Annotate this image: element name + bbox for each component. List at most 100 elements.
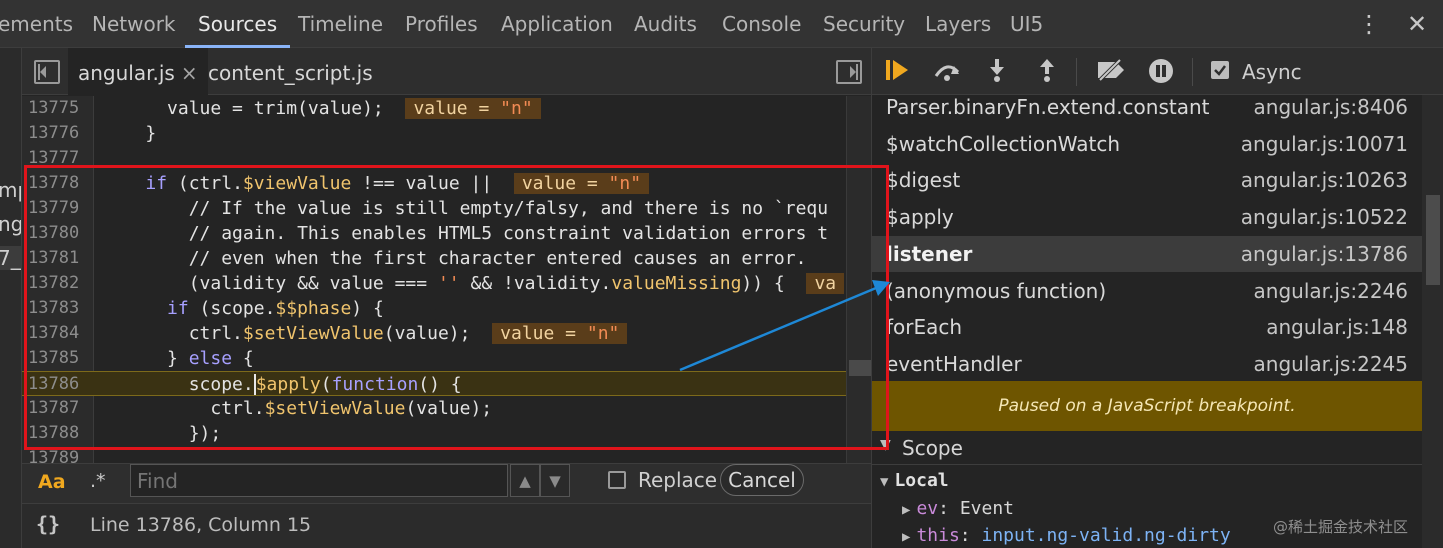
frame-location[interactable]: angular.js:10071 [1241, 126, 1408, 162]
frame-function: forEach [886, 315, 963, 339]
find-next-button[interactable]: ▼ [540, 464, 570, 497]
line-number[interactable]: 13775 [28, 96, 90, 121]
line-number[interactable]: 13782 [28, 271, 90, 296]
find-bar: Aa .* ▲ ▼ Replace Cancel [22, 463, 871, 503]
cancel-button[interactable]: Cancel [720, 464, 804, 496]
scope-variable[interactable]: ▶ ev: Event [902, 498, 1014, 519]
find-input[interactable] [130, 464, 508, 497]
line-number[interactable]: 13781 [28, 246, 90, 271]
code-area[interactable]: 13775 value = trim(value); value = "n" 1… [22, 96, 871, 463]
expand-triangle-icon: ▶ [902, 529, 911, 545]
code-line: 13779 // If the value is still empty/fal… [28, 196, 829, 221]
regex-button[interactable]: .* [90, 470, 106, 492]
line-number[interactable]: 13788 [28, 421, 90, 446]
call-frame[interactable]: $apply angular.js:10522 [872, 199, 1422, 235]
status-bar: {} Line 13786, Column 15 [22, 503, 871, 548]
tab-profiles[interactable]: Profiles [405, 0, 478, 48]
frame-location[interactable]: angular.js:10522 [1241, 199, 1408, 235]
inline-value: value = "n" [513, 173, 650, 194]
line-number[interactable]: 13783 [28, 296, 90, 321]
file-tab-label: angular.js [78, 61, 175, 85]
frame-location[interactable]: angular.js:8406 [1254, 89, 1408, 125]
tab-security[interactable]: Security [823, 0, 905, 48]
frame-location[interactable]: angular.js:10263 [1241, 162, 1408, 198]
line-number[interactable]: 13778 [28, 171, 90, 196]
call-frame[interactable]: (anonymous function) angular.js:2246 [872, 273, 1422, 309]
call-frame[interactable]: forEach angular.js:148 [872, 309, 1422, 345]
tab-audits[interactable]: Audits [634, 0, 697, 48]
scrollbar-thumb[interactable] [1426, 195, 1440, 285]
tab-elements[interactable]: ements [0, 0, 73, 48]
close-icon[interactable]: ✕ [1403, 10, 1431, 38]
frame-location[interactable]: angular.js:2246 [1254, 273, 1408, 309]
line-number[interactable]: 13785 [28, 346, 90, 371]
local-scope-header[interactable]: ▼ Local [880, 470, 949, 491]
step-over-icon[interactable] [932, 58, 962, 86]
scope-variable[interactable]: ▶ this: input.ng-valid.ng-dirty [902, 525, 1231, 546]
toggle-navigator-icon[interactable] [34, 60, 60, 84]
frame-function: $watchCollectionWatch [886, 132, 1121, 156]
source-editor: angular.js × content_script.js 13775 valu… [22, 48, 871, 463]
navigator-item[interactable]: 7_A [0, 246, 21, 270]
tab-sources[interactable]: Sources [185, 0, 291, 48]
code-line: 13789 [22, 446, 871, 463]
close-tab-icon[interactable]: × [181, 61, 198, 85]
expand-triangle-icon: ▼ [880, 474, 889, 490]
toggle-debugger-icon[interactable] [836, 60, 862, 84]
tab-application[interactable]: Application [501, 0, 613, 48]
step-into-icon[interactable] [982, 58, 1012, 86]
debugger-toolbar: Async [872, 48, 1443, 95]
pause-on-exceptions-icon[interactable] [1146, 58, 1176, 86]
more-options-icon[interactable]: ⋮ [1355, 10, 1383, 38]
line-number[interactable]: 13780 [28, 221, 90, 246]
line-number[interactable]: 13784 [28, 321, 90, 346]
frame-location[interactable]: angular.js:2245 [1254, 346, 1408, 382]
call-frame[interactable]: eventHandler angular.js:2245 [872, 346, 1422, 382]
toolbar-divider [1192, 58, 1193, 86]
frame-function: $apply [886, 205, 954, 229]
tab-network[interactable]: Network [92, 0, 176, 48]
expand-triangle-icon: ▶ [902, 502, 911, 518]
code-line: 13776 } [28, 121, 157, 146]
tab-layers[interactable]: Layers [925, 0, 991, 48]
find-previous-button[interactable]: ▲ [510, 464, 540, 497]
code-line: 13785 } else { [28, 346, 254, 371]
deactivate-breakpoints-icon[interactable] [1094, 58, 1124, 86]
call-frame[interactable]: Parser.binaryFn.extend.constant angular.j… [872, 89, 1422, 125]
async-checkbox[interactable] [1211, 61, 1229, 79]
line-number[interactable]: 13777 [28, 146, 90, 171]
tab-timeline[interactable]: Timeline [298, 0, 383, 48]
navigator-item[interactable]: mp [0, 178, 21, 202]
editor-scrollbar[interactable] [846, 96, 871, 463]
debugger-sidebar: Async Parser.binaryFn.extend.constant ang… [871, 48, 1443, 548]
navigator-item[interactable]: ngul [0, 212, 21, 236]
call-frame[interactable]: $watchCollectionWatch angular.js:10071 [872, 126, 1422, 162]
toolbar-divider [1076, 58, 1077, 86]
execution-line: 13786 scope. $apply(function() { [22, 371, 871, 396]
line-number[interactable]: 13786 [28, 372, 90, 397]
pretty-print-icon[interactable]: {} [36, 512, 60, 536]
call-frame-selected[interactable]: listener angular.js:13786 [872, 236, 1422, 272]
sidebar-scrollbar[interactable] [1422, 95, 1443, 548]
file-tabs: angular.js × content_script.js [22, 48, 871, 95]
line-number[interactable]: 13776 [28, 121, 90, 146]
file-tab-angular[interactable]: angular.js × [68, 48, 208, 95]
match-case-button[interactable]: Aa [38, 471, 66, 493]
inline-value: va [806, 273, 845, 294]
resume-icon[interactable] [882, 58, 912, 86]
step-out-icon[interactable] [1032, 58, 1062, 86]
file-tab-content-script[interactable]: content_script.js [208, 48, 373, 95]
line-number[interactable]: 13789 [28, 446, 90, 463]
inline-value: value = "n" [405, 98, 541, 119]
scope-section-header[interactable]: ▼ Scope [872, 431, 1422, 465]
scrollbar-thumb[interactable] [849, 360, 871, 376]
tab-console[interactable]: Console [722, 0, 801, 48]
frame-function: listener [886, 242, 973, 266]
line-number[interactable]: 13779 [28, 196, 90, 221]
call-frame[interactable]: $digest angular.js:10263 [872, 162, 1422, 198]
frame-location[interactable]: angular.js:13786 [1241, 236, 1408, 272]
frame-location[interactable]: angular.js:148 [1266, 309, 1408, 345]
line-number[interactable]: 13787 [28, 396, 90, 421]
tab-ui5[interactable]: UI5 [1010, 0, 1043, 48]
replace-checkbox[interactable] [608, 471, 626, 489]
